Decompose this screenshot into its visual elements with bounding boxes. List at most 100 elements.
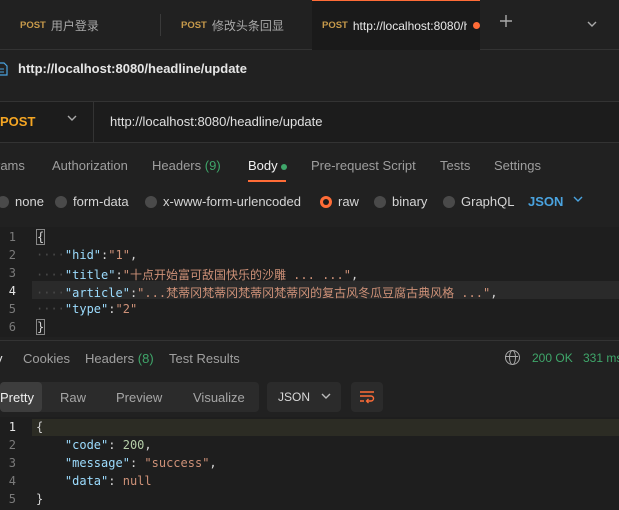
json-key: "title" <box>64 268 116 282</box>
json-value: "success" <box>144 456 210 470</box>
radio-graphql[interactable]: GraphQL <box>443 194 514 209</box>
response-format-label: JSON <box>278 390 311 404</box>
tab-user-login[interactable]: POST 用户登录 <box>20 0 160 50</box>
json-value: "十点开始富可敌国快乐的沙雕 ... ..." <box>122 268 351 282</box>
line-number: 1 <box>8 420 16 434</box>
body-language-select[interactable]: JSON <box>528 194 563 209</box>
code-line: { <box>36 229 46 245</box>
code-line: } <box>36 492 43 506</box>
radio-label: form-data <box>73 194 129 209</box>
radio-label: x-www-form-urlencoded <box>163 194 301 209</box>
tab-tests[interactable]: Tests <box>440 158 470 173</box>
tab-headers-count: (9) <box>204 158 221 173</box>
json-key: "hid" <box>64 248 102 262</box>
json-value: 200 <box>122 438 145 452</box>
response-tab-headers-count: (8) <box>137 351 154 366</box>
method-chevron-down-icon[interactable] <box>66 112 78 127</box>
tab-headers[interactable]: Headers (9) <box>152 158 221 173</box>
method-select[interactable]: POST <box>0 114 35 129</box>
tab-label: http://localhost:8080/h <box>352 18 468 33</box>
response-time[interactable]: 331 ms <box>583 351 619 365</box>
line-number: 3 <box>8 456 16 470</box>
json-key: "data" <box>64 474 109 488</box>
url-divider <box>93 101 94 143</box>
language-chevron-down-icon[interactable] <box>572 193 584 208</box>
radio-label: raw <box>338 194 359 209</box>
tab-settings[interactable]: Settings <box>494 158 541 173</box>
line-number: 5 <box>8 492 16 506</box>
code-line: } <box>36 319 46 335</box>
json-key: "message" <box>64 456 130 470</box>
code-line: ····"article":"...梵蒂冈梵蒂冈梵蒂冈梵蒂冈的复古风冬瓜豆腐古典… <box>36 286 498 300</box>
tab-body[interactable]: Body <box>248 158 287 173</box>
json-value: null <box>122 474 152 488</box>
line-number: 6 <box>8 320 16 334</box>
unsaved-dot-icon <box>473 22 480 29</box>
format-chevron-down-icon[interactable] <box>320 390 332 405</box>
radio-urlencoded[interactable]: x-www-form-urlencoded <box>145 194 301 209</box>
radio-circle <box>145 195 157 208</box>
tab-label: 用户登录 <box>50 18 99 33</box>
json-key: "code" <box>64 438 109 452</box>
wrap-lines-button[interactable] <box>351 382 383 412</box>
tabs-dropdown-chevron-icon[interactable] <box>586 17 598 27</box>
tab-edit-headline[interactable]: POST 修改头条回显 <box>181 0 311 50</box>
globe-icon[interactable] <box>505 350 520 365</box>
radio-form-data[interactable]: form-data <box>55 194 129 209</box>
radio-binary[interactable]: binary <box>374 194 427 209</box>
response-tab-headers[interactable]: Headers (8) <box>85 351 154 366</box>
tab-method: POST <box>20 19 46 31</box>
http-request-icon <box>0 61 8 77</box>
response-tab-headers-label: Headers <box>85 351 135 366</box>
radio-circle <box>443 195 455 208</box>
code-line: "message": "success", <box>64 456 217 470</box>
radio-circle <box>55 195 67 208</box>
radio-label: binary <box>392 194 428 209</box>
json-key: "article" <box>64 286 130 300</box>
radio-label: none <box>15 194 44 209</box>
response-tab-body[interactable]: y <box>0 351 3 366</box>
code-line: ····"hid":"1", <box>36 248 138 262</box>
code-brace: } <box>36 492 44 506</box>
response-divider <box>0 340 619 341</box>
view-visualize-button[interactable]: Visualize <box>193 382 245 412</box>
new-tab-plus-icon[interactable] <box>498 13 514 29</box>
body-modified-dot-icon <box>280 163 287 170</box>
code-line: "data": null <box>64 474 152 488</box>
radio-circle <box>0 195 9 208</box>
url-input[interactable]: http://localhost:8080/headline/update <box>110 114 323 129</box>
tab-params[interactable]: rams <box>0 158 25 173</box>
code-brace: { <box>36 420 44 434</box>
json-value: "...梵蒂冈梵蒂冈梵蒂冈梵蒂冈的复古风冬瓜豆腐古典风格 ..." <box>137 286 491 300</box>
code-brace: } <box>36 319 46 335</box>
tab-active-request[interactable]: POST http://localhost:8080/h <box>312 0 480 50</box>
response-tab-test-results[interactable]: Test Results <box>169 351 240 366</box>
view-raw-button[interactable]: Raw <box>60 382 86 412</box>
json-key: "type" <box>64 302 109 316</box>
radio-raw[interactable]: raw <box>320 194 359 209</box>
view-pretty-button[interactable]: Pretty <box>0 382 42 412</box>
tab-label: 修改头条回显 <box>211 18 284 33</box>
response-tab-cookies[interactable]: Cookies <box>23 351 70 366</box>
code-line: "code": 200, <box>64 438 152 452</box>
code-brace: { <box>36 229 46 245</box>
view-pretty-label: Pretty <box>0 389 34 405</box>
radio-circle <box>374 195 386 208</box>
code-line: { <box>36 420 43 434</box>
tab-divider <box>160 14 161 36</box>
current-line-highlight <box>32 419 619 436</box>
tab-method: POST <box>322 20 348 31</box>
tab-prerequest-script[interactable]: Pre-request Script <box>311 158 416 173</box>
radio-none[interactable]: none <box>0 194 44 209</box>
line-number: 3 <box>8 266 16 280</box>
code-line: ····"title":"十点开始富可敌国快乐的沙雕 ... ...", <box>36 268 359 282</box>
wrap-lines-icon <box>359 390 375 407</box>
tab-authorization[interactable]: Authorization <box>52 158 128 173</box>
request-title[interactable]: http://localhost:8080/headline/update <box>18 61 247 76</box>
view-preview-button[interactable]: Preview <box>116 382 162 412</box>
line-number: 4 <box>8 474 16 488</box>
tab-body-label: Body <box>248 158 278 173</box>
response-status[interactable]: 200 OK <box>532 351 573 365</box>
tab-headers-label: Headers <box>152 158 202 173</box>
radio-label: GraphQL <box>461 194 515 209</box>
